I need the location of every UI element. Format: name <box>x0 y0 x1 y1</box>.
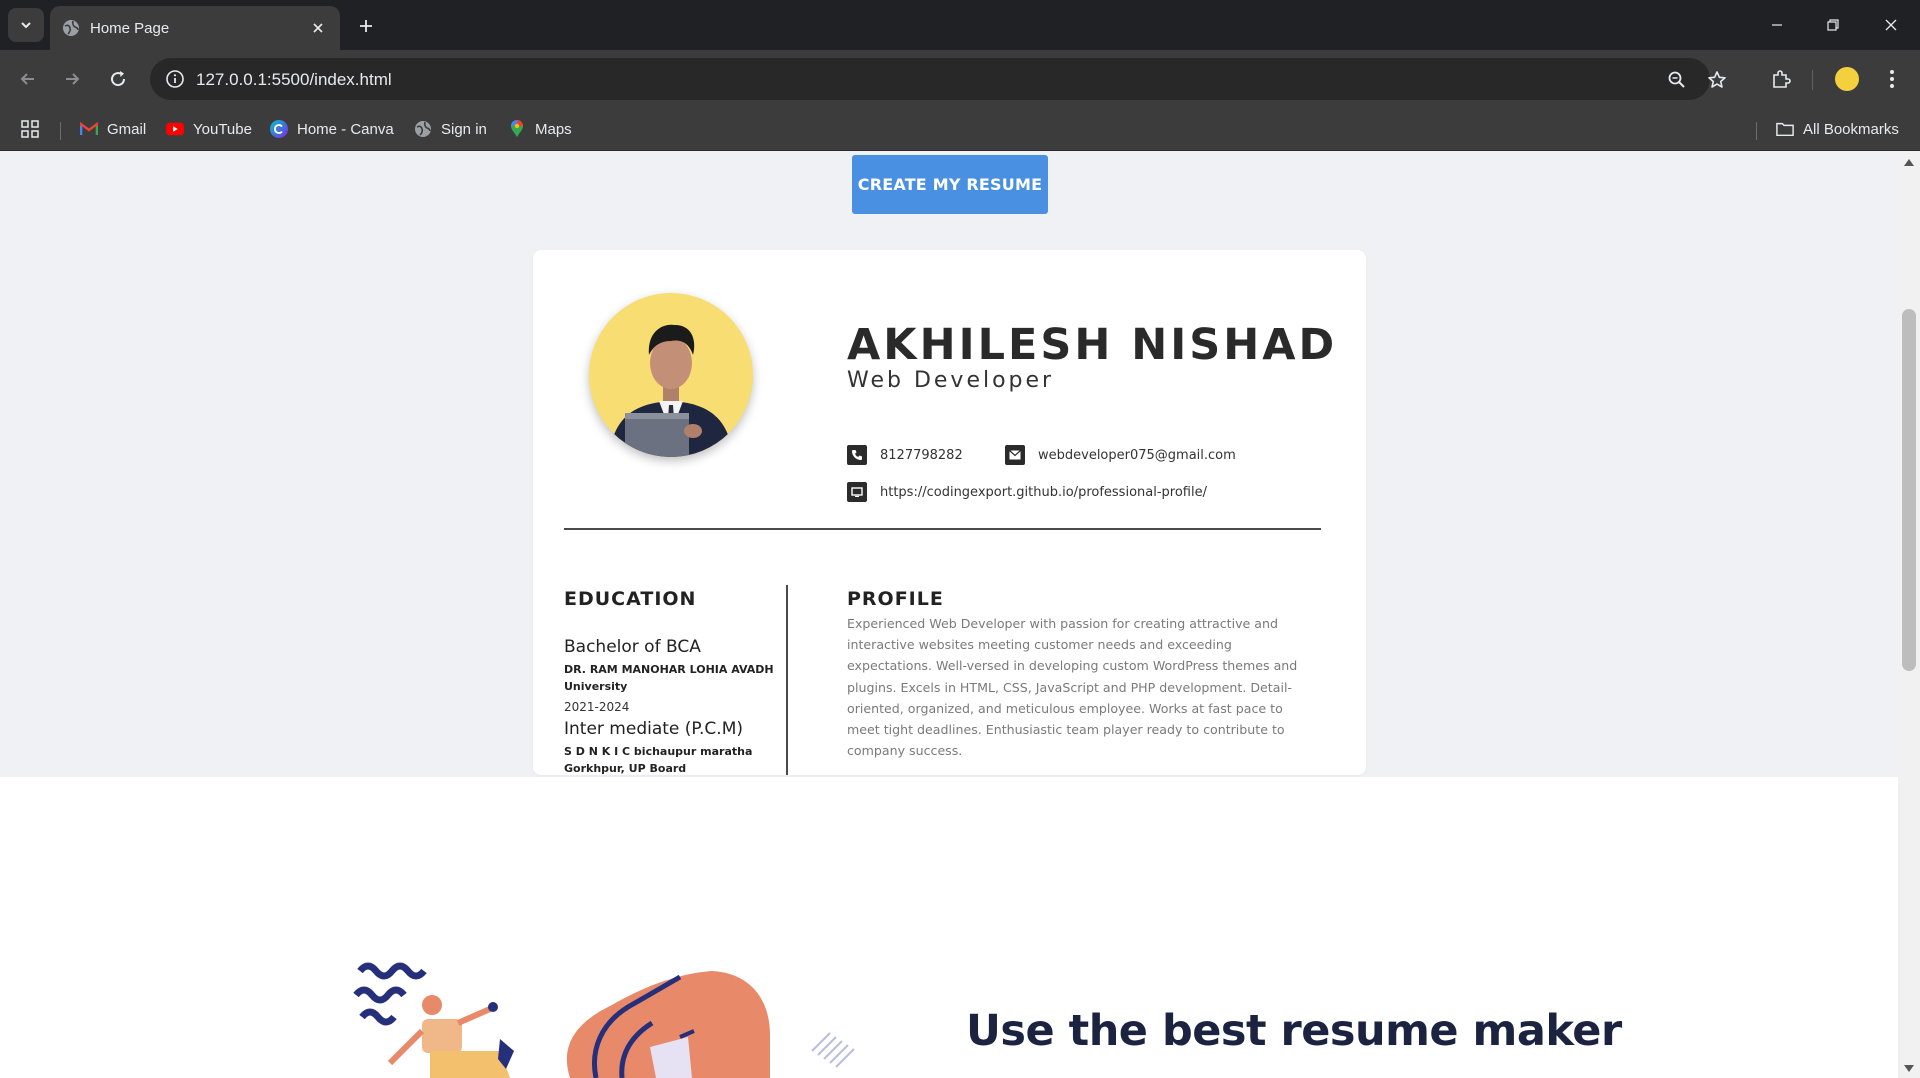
arrow-right-icon <box>66 73 80 85</box>
minimize-button[interactable] <box>1754 8 1800 42</box>
minimize-icon <box>1772 24 1782 26</box>
all-bookmarks-label: All Bookmarks <box>1803 120 1899 138</box>
bookmark-gmail[interactable]: Gmail <box>80 116 146 142</box>
forward-button[interactable] <box>56 63 88 95</box>
scrollbar-thumb[interactable] <box>1902 309 1916 671</box>
page-scrollbar[interactable] <box>1898 151 1920 1078</box>
reload-button[interactable] <box>102 63 134 95</box>
more-vertical-icon <box>1890 70 1894 88</box>
bookmarks-separator <box>60 122 61 140</box>
profile-heading: PROFILE <box>847 588 944 610</box>
education-degree: Bachelor of BCA <box>564 637 701 657</box>
bookmark-youtube[interactable]: YouTube <box>166 116 252 142</box>
bookmark-canva[interactable]: Home - Canva <box>270 116 394 142</box>
site-info-button[interactable] <box>160 64 190 94</box>
zoom-button[interactable] <box>1665 68 1689 92</box>
browser-tab-active[interactable]: Home Page <box>50 6 340 50</box>
bookmark-label: Sign in <box>441 120 487 138</box>
zoom-icon <box>1668 71 1685 88</box>
globe-icon <box>63 20 79 36</box>
hero-illustration <box>353 962 855 1078</box>
plus-icon <box>360 20 372 32</box>
avatar <box>1835 67 1859 91</box>
resume-card: AKHILESH NISHAD Web Developer 8127798282… <box>533 250 1366 775</box>
close-icon <box>1885 19 1897 31</box>
restore-button[interactable] <box>1810 8 1856 42</box>
maps-icon <box>508 120 526 138</box>
close-window-button[interactable] <box>1868 8 1914 42</box>
tab-close-button[interactable] <box>308 18 328 38</box>
toolbar-separator <box>1812 70 1813 90</box>
reload-icon <box>111 71 126 87</box>
gmail-icon <box>80 120 98 138</box>
education-degree: Inter mediate (P.C.M) <box>564 719 743 739</box>
tab-search-button[interactable] <box>8 8 44 42</box>
contact-phone: 8127798282 <box>847 445 963 465</box>
apps-grid-icon <box>21 120 39 138</box>
extensions-button[interactable] <box>1765 63 1797 95</box>
folder-icon <box>1776 120 1794 138</box>
close-icon <box>313 23 323 33</box>
email-text: webdeveloper075@gmail.com <box>1038 447 1236 463</box>
website-text: https://codingexport.github.io/professio… <box>880 484 1207 500</box>
education-institution: DR. RAM MANOHAR LOHIA AVADH University <box>564 663 774 693</box>
contact-email: webdeveloper075@gmail.com <box>1005 445 1236 465</box>
bookmark-maps[interactable]: Maps <box>508 116 572 142</box>
bookmark-label: Gmail <box>107 120 147 138</box>
tab-title: Home Page <box>90 20 170 37</box>
resume-name: AKHILESH NISHAD <box>847 320 1338 370</box>
canva-icon <box>270 120 288 138</box>
profile-summary: Experienced Web Developer with passion f… <box>847 616 1298 759</box>
scroll-down-arrow-icon[interactable] <box>1904 1065 1914 1072</box>
youtube-icon <box>166 120 184 138</box>
browser-toolbar: 127.0.0.1:5500/index.html <box>0 50 1920 108</box>
all-bookmarks-button[interactable]: All Bookmarks <box>1776 116 1899 142</box>
profile-button[interactable] <box>1831 63 1863 95</box>
phone-icon <box>847 445 867 465</box>
education-years: 2021-2024 <box>564 700 630 714</box>
info-icon <box>166 70 184 88</box>
mail-icon <box>1005 445 1025 465</box>
url-text: 127.0.0.1:5500/index.html <box>196 70 392 89</box>
resume-role: Web Developer <box>847 368 1055 393</box>
bookmark-label: Maps <box>535 120 572 138</box>
chevron-down-icon <box>21 22 31 29</box>
star-icon <box>1708 71 1726 88</box>
bookmark-label: Home - Canva <box>297 120 394 138</box>
apps-button[interactable] <box>20 116 40 142</box>
bookmark-sign-in[interactable]: Sign in <box>414 116 487 142</box>
new-tab-button[interactable] <box>352 12 380 40</box>
create-resume-button[interactable]: CREATE MY RESUME <box>852 155 1048 214</box>
page-viewport: CREATE MY RESUME AKHILESH NISHAD Web Dev… <box>0 151 1920 1078</box>
hero-title: Use the best resume maker <box>966 1006 1622 1056</box>
bookmark-star-button[interactable] <box>1705 68 1729 92</box>
restore-icon <box>1827 19 1839 31</box>
menu-button[interactable] <box>1876 63 1908 95</box>
bookmarks-bar: Gmail YouTube Home - Canva Sign in Maps … <box>0 108 1920 151</box>
back-button[interactable] <box>12 63 44 95</box>
education-institution: S D N K I C bichaupur maratha Gorkhpur, … <box>564 745 753 775</box>
profile-photo <box>589 293 753 457</box>
bookmarks-separator <box>1756 122 1757 140</box>
puzzle-icon <box>1773 70 1791 88</box>
globe-icon <box>414 120 432 138</box>
arrow-left-icon <box>20 73 34 85</box>
contact-website: https://codingexport.github.io/professio… <box>847 482 1207 502</box>
browser-titlebar: Home Page <box>0 0 1920 50</box>
bookmark-label: YouTube <box>193 120 252 138</box>
monitor-icon <box>847 482 867 502</box>
scroll-up-arrow-icon[interactable] <box>1904 159 1914 166</box>
section-divider <box>564 528 1321 530</box>
education-heading: EDUCATION <box>564 588 697 610</box>
phone-text: 8127798282 <box>880 447 963 463</box>
address-bar[interactable]: 127.0.0.1:5500/index.html <box>150 58 1726 100</box>
